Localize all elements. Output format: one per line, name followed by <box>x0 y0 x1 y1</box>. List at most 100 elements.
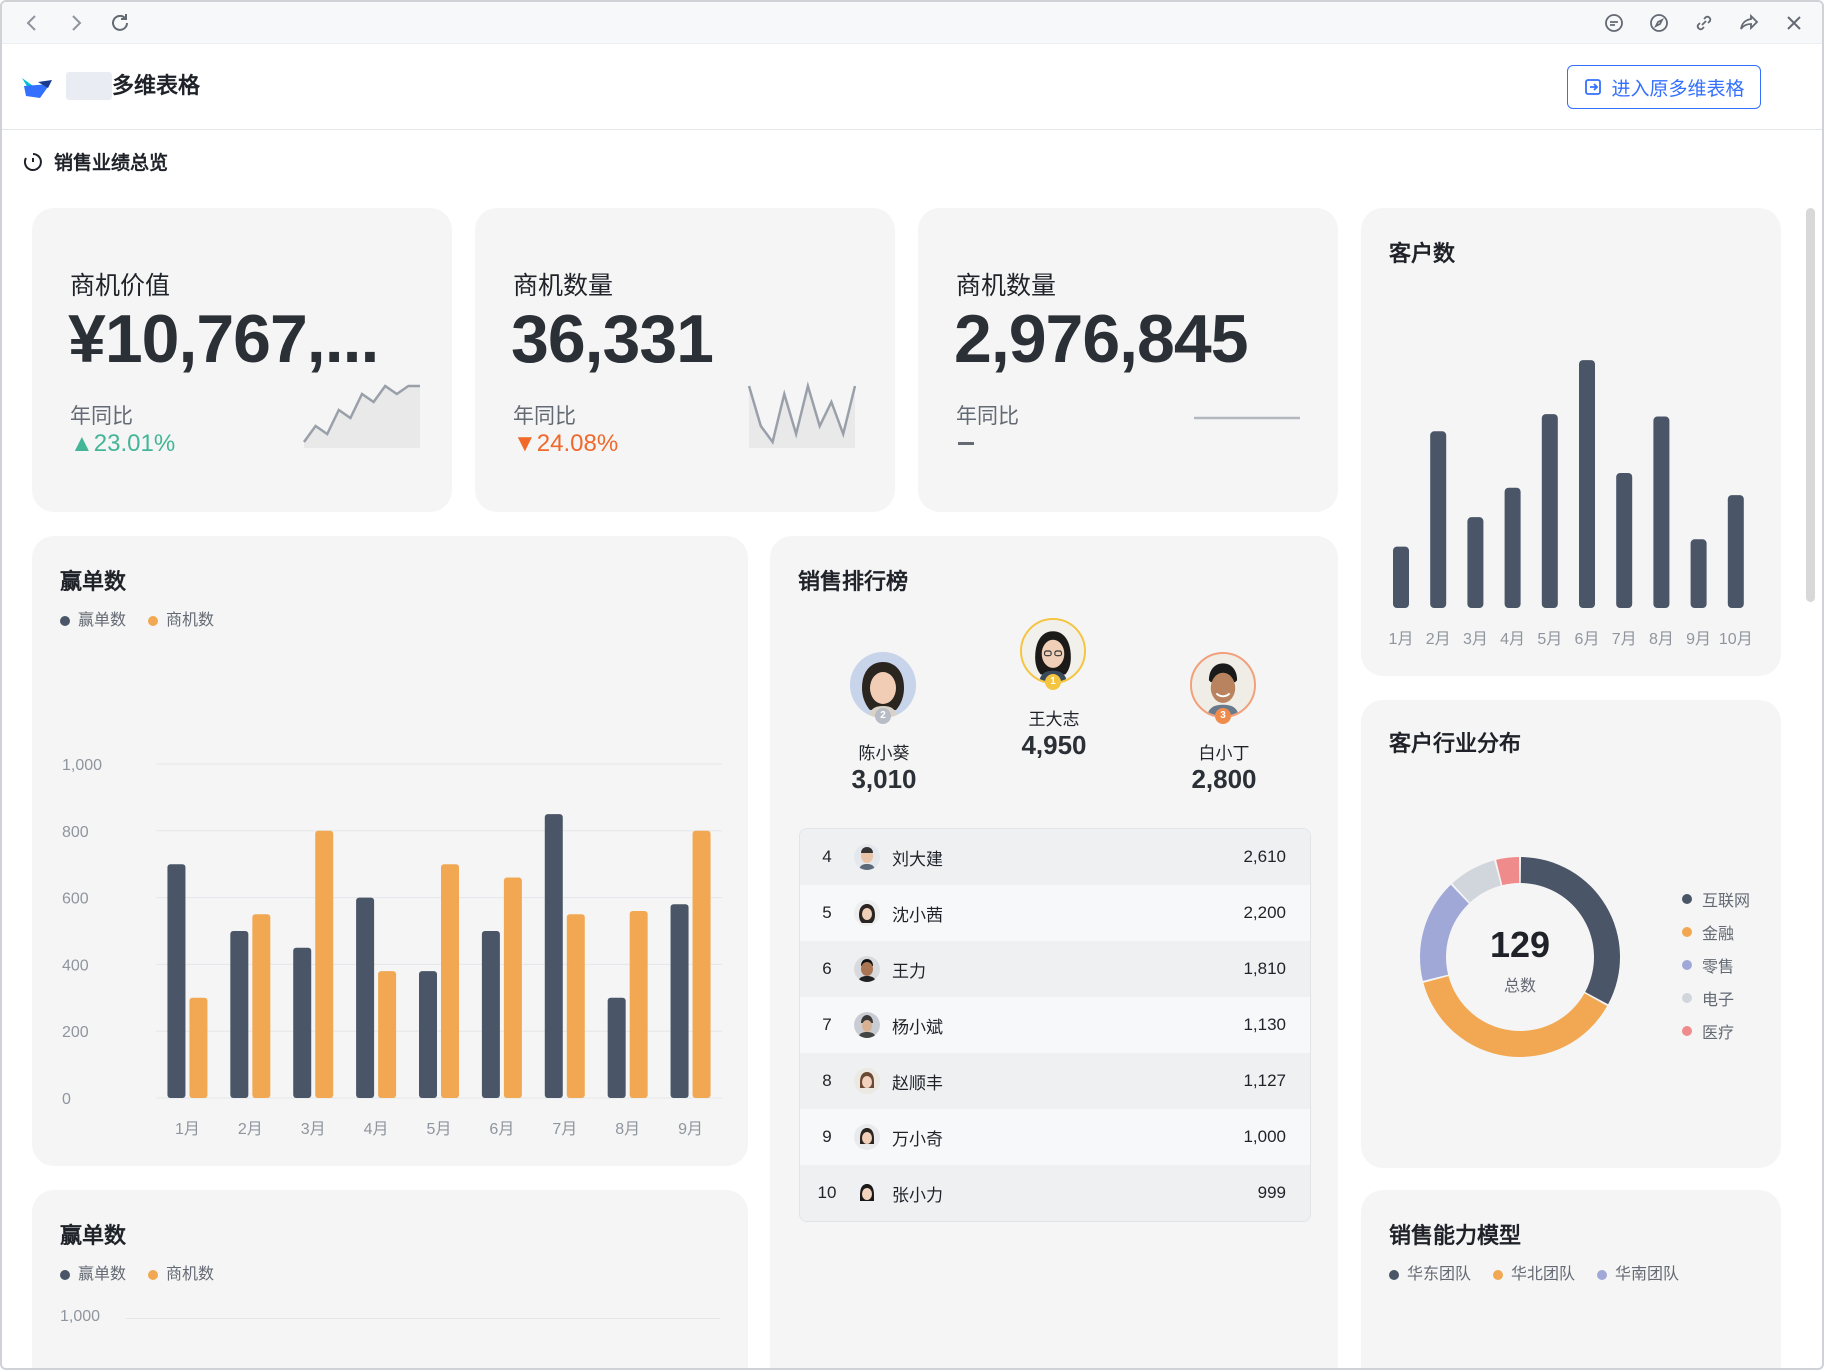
opportunities-bar[interactable] <box>189 997 208 1098</box>
wins-bar[interactable] <box>356 897 375 1098</box>
ranking-row[interactable]: 9 万小奇 1,000 <box>800 1109 1310 1165</box>
podium-name-rank-1: 王大志 <box>1028 710 1080 729</box>
opportunities-bar[interactable] <box>252 914 271 1098</box>
opportunities-bar[interactable] <box>566 914 585 1098</box>
avatar <box>854 900 880 926</box>
customer-bar[interactable] <box>1467 517 1484 608</box>
customer-bar[interactable] <box>1430 431 1447 608</box>
legend-item-east: 华东团队 <box>1389 1260 1471 1284</box>
rank-number: 9 <box>822 1127 832 1146</box>
kpi-card-opportunity-count-2: 商机数量 2,976,845 年同比 <box>918 208 1338 512</box>
kpi-yoy-up: ▲23.01% <box>70 430 175 458</box>
chart-legend: 华东团队 华北团队 华南团队 <box>1389 1260 1679 1284</box>
y-tick-label: 400 <box>62 957 89 974</box>
wins-bar[interactable] <box>167 864 186 1098</box>
x-tick-label: 4月 <box>364 1121 389 1138</box>
opportunities-bar[interactable] <box>629 910 648 1098</box>
browser-toolbar <box>2 2 1822 44</box>
legend-label: 商机数 <box>166 1266 215 1283</box>
ranking-row[interactable]: 6 王力 1,810 <box>800 941 1310 997</box>
share-icon[interactable] <box>1737 11 1761 35</box>
refresh-icon[interactable] <box>108 11 132 35</box>
opportunities-bar[interactable] <box>692 830 711 1098</box>
legend-label: 零售 <box>1702 958 1735 976</box>
kpi-yoy-flat-dash <box>958 442 974 445</box>
customer-bar[interactable] <box>1541 414 1558 608</box>
comment-icon[interactable] <box>1602 11 1626 35</box>
x-tick-label: 7月 <box>1612 631 1637 648</box>
kpi-yoy-value: 24.08% <box>536 430 619 457</box>
enter-base-button[interactable]: 进入原多维表格 <box>1567 65 1761 109</box>
wins-card-2: 赢单数 赢单数 商机数 1,000 <box>32 1190 748 1368</box>
kpi-card-opportunity-count: 商机数量 36,331 年同比 ▼24.08% <box>475 208 895 512</box>
customer-bar[interactable] <box>1653 416 1670 608</box>
opportunities-bar[interactable] <box>441 864 459 1098</box>
podium-name-rank-2: 陈小葵 <box>858 744 910 763</box>
section-title: 销售业绩总览 <box>22 148 168 175</box>
wins-bar[interactable] <box>481 931 500 1098</box>
rank-number: 10 <box>817 1183 837 1202</box>
ranking-row[interactable]: 5 沈小茜 2,200 <box>800 885 1310 941</box>
chart-legend: 赢单数 商机数 <box>60 606 214 630</box>
app-window: 多维表格 进入原多维表格 销售业绩总览 商机价值 ¥10,767,... 年同比… <box>0 0 1824 1370</box>
app-header: 多维表格 进入原多维表格 <box>2 44 1822 130</box>
ranking-row[interactable]: 7 杨小斌 1,130 <box>800 997 1310 1053</box>
medal-gold-icon: 1 <box>1045 674 1061 690</box>
y-tick-label: 1,000 <box>62 757 102 774</box>
compass-icon[interactable] <box>1647 11 1671 35</box>
x-tick-label: 4月 <box>1500 631 1525 648</box>
legend-label: 电子 <box>1702 991 1735 1009</box>
customers-card: 客户数 1月 2月 3月 4月 5月 6月 7月 8月 9月 10月 <box>1361 208 1781 676</box>
customer-bar[interactable] <box>1504 487 1521 608</box>
avatar <box>854 1012 880 1038</box>
card-title: 销售能力模型 <box>1389 1223 1522 1248</box>
x-tick-label: 5月 <box>1537 631 1562 648</box>
kpi-yoy-label: 年同比 <box>513 405 576 428</box>
legend-label: 赢单数 <box>78 1266 127 1283</box>
rank-name: 赵顺丰 <box>892 1073 943 1093</box>
app-title: 多维表格 <box>112 73 201 98</box>
wins-bar[interactable] <box>607 997 626 1098</box>
donut-center-label: 总数 <box>1503 978 1536 995</box>
legend-item-finance: 金融 <box>1682 915 1750 948</box>
legend-label: 华北团队 <box>1511 1266 1576 1283</box>
gridline <box>126 1318 720 1319</box>
wins-bar[interactable] <box>670 904 689 1098</box>
wins-bar[interactable] <box>544 814 563 1098</box>
ranking-row[interactable]: 4 刘大建 2,610 <box>800 829 1310 885</box>
wins-bar[interactable] <box>293 947 312 1098</box>
wins-bar[interactable] <box>419 971 437 1098</box>
rank-value: 1,127 <box>1243 1071 1286 1090</box>
x-tick-label: 1月 <box>175 1121 200 1138</box>
rank-value: 2,200 <box>1243 903 1286 922</box>
ranking-row[interactable]: 8 赵顺丰 1,127 <box>800 1053 1310 1109</box>
opportunities-bar[interactable] <box>315 830 334 1098</box>
forward-icon[interactable] <box>64 11 88 35</box>
customer-bar[interactable] <box>1616 473 1633 608</box>
back-icon[interactable] <box>20 11 44 35</box>
x-tick-label: 1月 <box>1389 631 1414 648</box>
rank-number: 8 <box>822 1071 832 1090</box>
dashboard-icon <box>23 152 42 171</box>
rank-number: 7 <box>822 1015 832 1034</box>
link-icon[interactable] <box>1692 11 1716 35</box>
customer-bar[interactable] <box>1579 360 1595 608</box>
wins-bar[interactable] <box>230 931 249 1098</box>
legend-item-internet: 互联网 <box>1682 882 1750 915</box>
customer-bar[interactable] <box>1690 539 1707 608</box>
kpi-sparkline <box>747 381 857 448</box>
rank-name: 杨小斌 <box>892 1017 943 1037</box>
rank-value: 1,810 <box>1243 959 1286 978</box>
x-tick-label: 8月 <box>1649 631 1674 648</box>
title-placeholder-block <box>66 72 112 100</box>
legend-item-retail: 零售 <box>1682 948 1750 981</box>
ranking-row[interactable]: 10 张小力 999 <box>800 1165 1310 1221</box>
scrollbar[interactable] <box>1806 208 1815 602</box>
y-tick-label: 0 <box>62 1091 71 1108</box>
close-icon[interactable] <box>1782 11 1806 35</box>
customer-bar[interactable] <box>1393 546 1409 608</box>
opportunities-bar[interactable] <box>503 877 522 1098</box>
x-tick-label: 7月 <box>552 1121 577 1138</box>
opportunities-bar[interactable] <box>378 971 397 1098</box>
customer-bar[interactable] <box>1727 495 1744 608</box>
